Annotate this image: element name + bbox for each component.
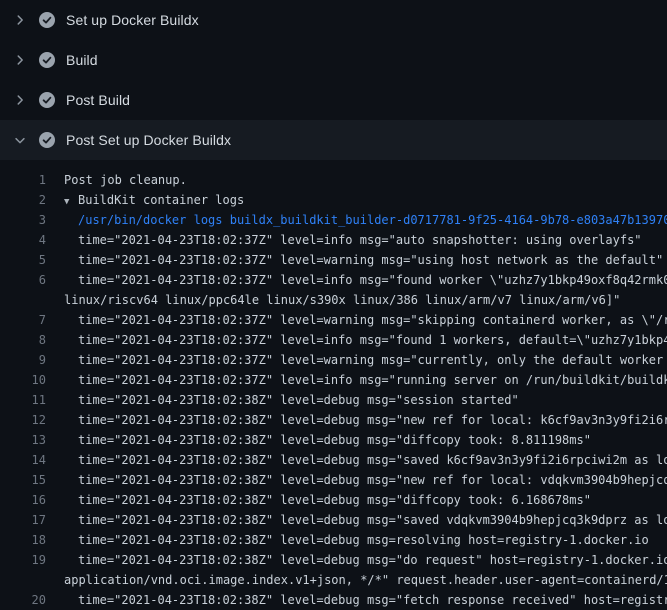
log-text: time="2021-04-23T18:02:38Z" level=debug … [46,430,591,450]
log-line-number[interactable]: 7 [0,310,46,330]
log-line: 19time="2021-04-23T18:02:38Z" level=debu… [0,550,667,570]
log-line-number[interactable]: 18 [0,530,46,550]
log-text: time="2021-04-23T18:02:37Z" level=warnin… [46,350,667,370]
group-label: BuildKit container logs [78,193,244,207]
log-text: time="2021-04-23T18:02:38Z" level=debug … [46,510,667,530]
step-row-post-set-up-docker-buildx[interactable]: Post Set up Docker Buildx [0,120,667,160]
log-line: 11time="2021-04-23T18:02:38Z" level=debu… [0,390,667,410]
log-line: 17time="2021-04-23T18:02:38Z" level=debu… [0,510,667,530]
log-text: application/vnd.oci.image.index.v1+json,… [46,570,667,590]
log-text: time="2021-04-23T18:02:38Z" level=debug … [46,410,667,430]
step-row-post-build[interactable]: Post Build [0,80,667,120]
log-text: ▼BuildKit container logs [46,190,244,210]
log-command-text: /usr/bin/docker logs buildx_buildkit_bui… [46,210,667,230]
log-line-number[interactable]: 12 [0,410,46,430]
log-line: 10time="2021-04-23T18:02:37Z" level=info… [0,370,667,390]
log-line-number[interactable]: 19 [0,550,46,570]
log-line-number[interactable]: 2 [0,190,46,210]
log-line-number[interactable]: 6 [0,270,46,290]
log-line: 9time="2021-04-23T18:02:37Z" level=warni… [0,350,667,370]
log-text: time="2021-04-23T18:02:37Z" level=warnin… [46,310,667,330]
check-circle-icon [39,52,55,68]
log-text: Post job cleanup. [46,170,187,190]
log-line: 8time="2021-04-23T18:02:37Z" level=info … [0,330,667,350]
step-row-set-up-docker-buildx[interactable]: Set up Docker Buildx [0,0,667,40]
log-line: 15time="2021-04-23T18:02:38Z" level=debu… [0,470,667,490]
log-text: time="2021-04-23T18:02:38Z" level=debug … [46,470,667,490]
log-line: 3/usr/bin/docker logs buildx_buildkit_bu… [0,210,667,230]
log-line-number[interactable]: 16 [0,490,46,510]
log-text: time="2021-04-23T18:02:37Z" level=info m… [46,270,667,290]
log-line-number[interactable]: 17 [0,510,46,530]
log-text: time="2021-04-23T18:02:38Z" level=debug … [46,390,519,410]
log-text: time="2021-04-23T18:02:38Z" level=debug … [46,490,591,510]
log-line: 13time="2021-04-23T18:02:38Z" level=debu… [0,430,667,450]
chevron-right-icon [10,12,30,28]
workflow-steps-list: Set up Docker Buildx Build Post Build Post … [0,0,667,160]
log-line: 1Post job cleanup. [0,170,667,190]
log-area: 1Post job cleanup.2▼BuildKit container l… [0,160,667,610]
log-text: time="2021-04-23T18:02:38Z" level=debug … [46,590,667,610]
check-circle-icon [39,92,55,108]
log-line: 12time="2021-04-23T18:02:38Z" level=debu… [0,410,667,430]
log-line-number[interactable]: 8 [0,330,46,350]
check-circle-icon [39,132,55,148]
log-line: 18time="2021-04-23T18:02:38Z" level=debu… [0,530,667,550]
log-line-continuation: application/vnd.oci.image.index.v1+json,… [0,570,667,590]
log-line-number[interactable]: 20 [0,590,46,610]
log-group-toggle-row[interactable]: 2▼BuildKit container logs [0,190,667,210]
log-line-number [0,570,46,590]
log-line: 16time="2021-04-23T18:02:38Z" level=debu… [0,490,667,510]
log-line-number[interactable]: 14 [0,450,46,470]
log-line-continuation: linux/riscv64 linux/ppc64le linux/s390x … [0,290,667,310]
step-label: Post Set up Docker Buildx [66,132,231,148]
log-text: linux/riscv64 linux/ppc64le linux/s390x … [46,290,620,310]
log-text: time="2021-04-23T18:02:37Z" level=info m… [46,230,642,250]
log-text: time="2021-04-23T18:02:38Z" level=debug … [46,450,667,470]
log-line-number[interactable]: 5 [0,250,46,270]
log-text: time="2021-04-23T18:02:38Z" level=debug … [46,550,667,570]
step-label: Build [66,52,98,68]
log-line: 7time="2021-04-23T18:02:37Z" level=warni… [0,310,667,330]
log-line: 4time="2021-04-23T18:02:37Z" level=info … [0,230,667,250]
log-line-number[interactable]: 15 [0,470,46,490]
log-line-number[interactable]: 11 [0,390,46,410]
step-row-build[interactable]: Build [0,40,667,80]
chevron-down-icon [10,132,30,148]
log-text: time="2021-04-23T18:02:37Z" level=info m… [46,330,667,350]
group-expand-caret-icon[interactable]: ▼ [64,192,78,210]
log-text: time="2021-04-23T18:02:37Z" level=info m… [46,370,667,390]
chevron-right-icon [10,92,30,108]
log-line: 6time="2021-04-23T18:02:37Z" level=info … [0,270,667,290]
check-circle-icon [39,12,55,28]
log-line: 5time="2021-04-23T18:02:37Z" level=warni… [0,250,667,270]
chevron-right-icon [10,52,30,68]
log-line: 20time="2021-04-23T18:02:38Z" level=debu… [0,590,667,610]
step-label: Set up Docker Buildx [66,12,199,28]
log-line-number[interactable]: 10 [0,370,46,390]
log-line-number [0,290,46,310]
log-text: time="2021-04-23T18:02:38Z" level=debug … [46,530,649,550]
log-line-number[interactable]: 3 [0,210,46,230]
log-line-number[interactable]: 13 [0,430,46,450]
log-line-number[interactable]: 4 [0,230,46,250]
log-line-number[interactable]: 9 [0,350,46,370]
step-label: Post Build [66,92,130,108]
log-text: time="2021-04-23T18:02:37Z" level=warnin… [46,250,663,270]
log-line-number[interactable]: 1 [0,170,46,190]
log-line: 14time="2021-04-23T18:02:38Z" level=debu… [0,450,667,470]
